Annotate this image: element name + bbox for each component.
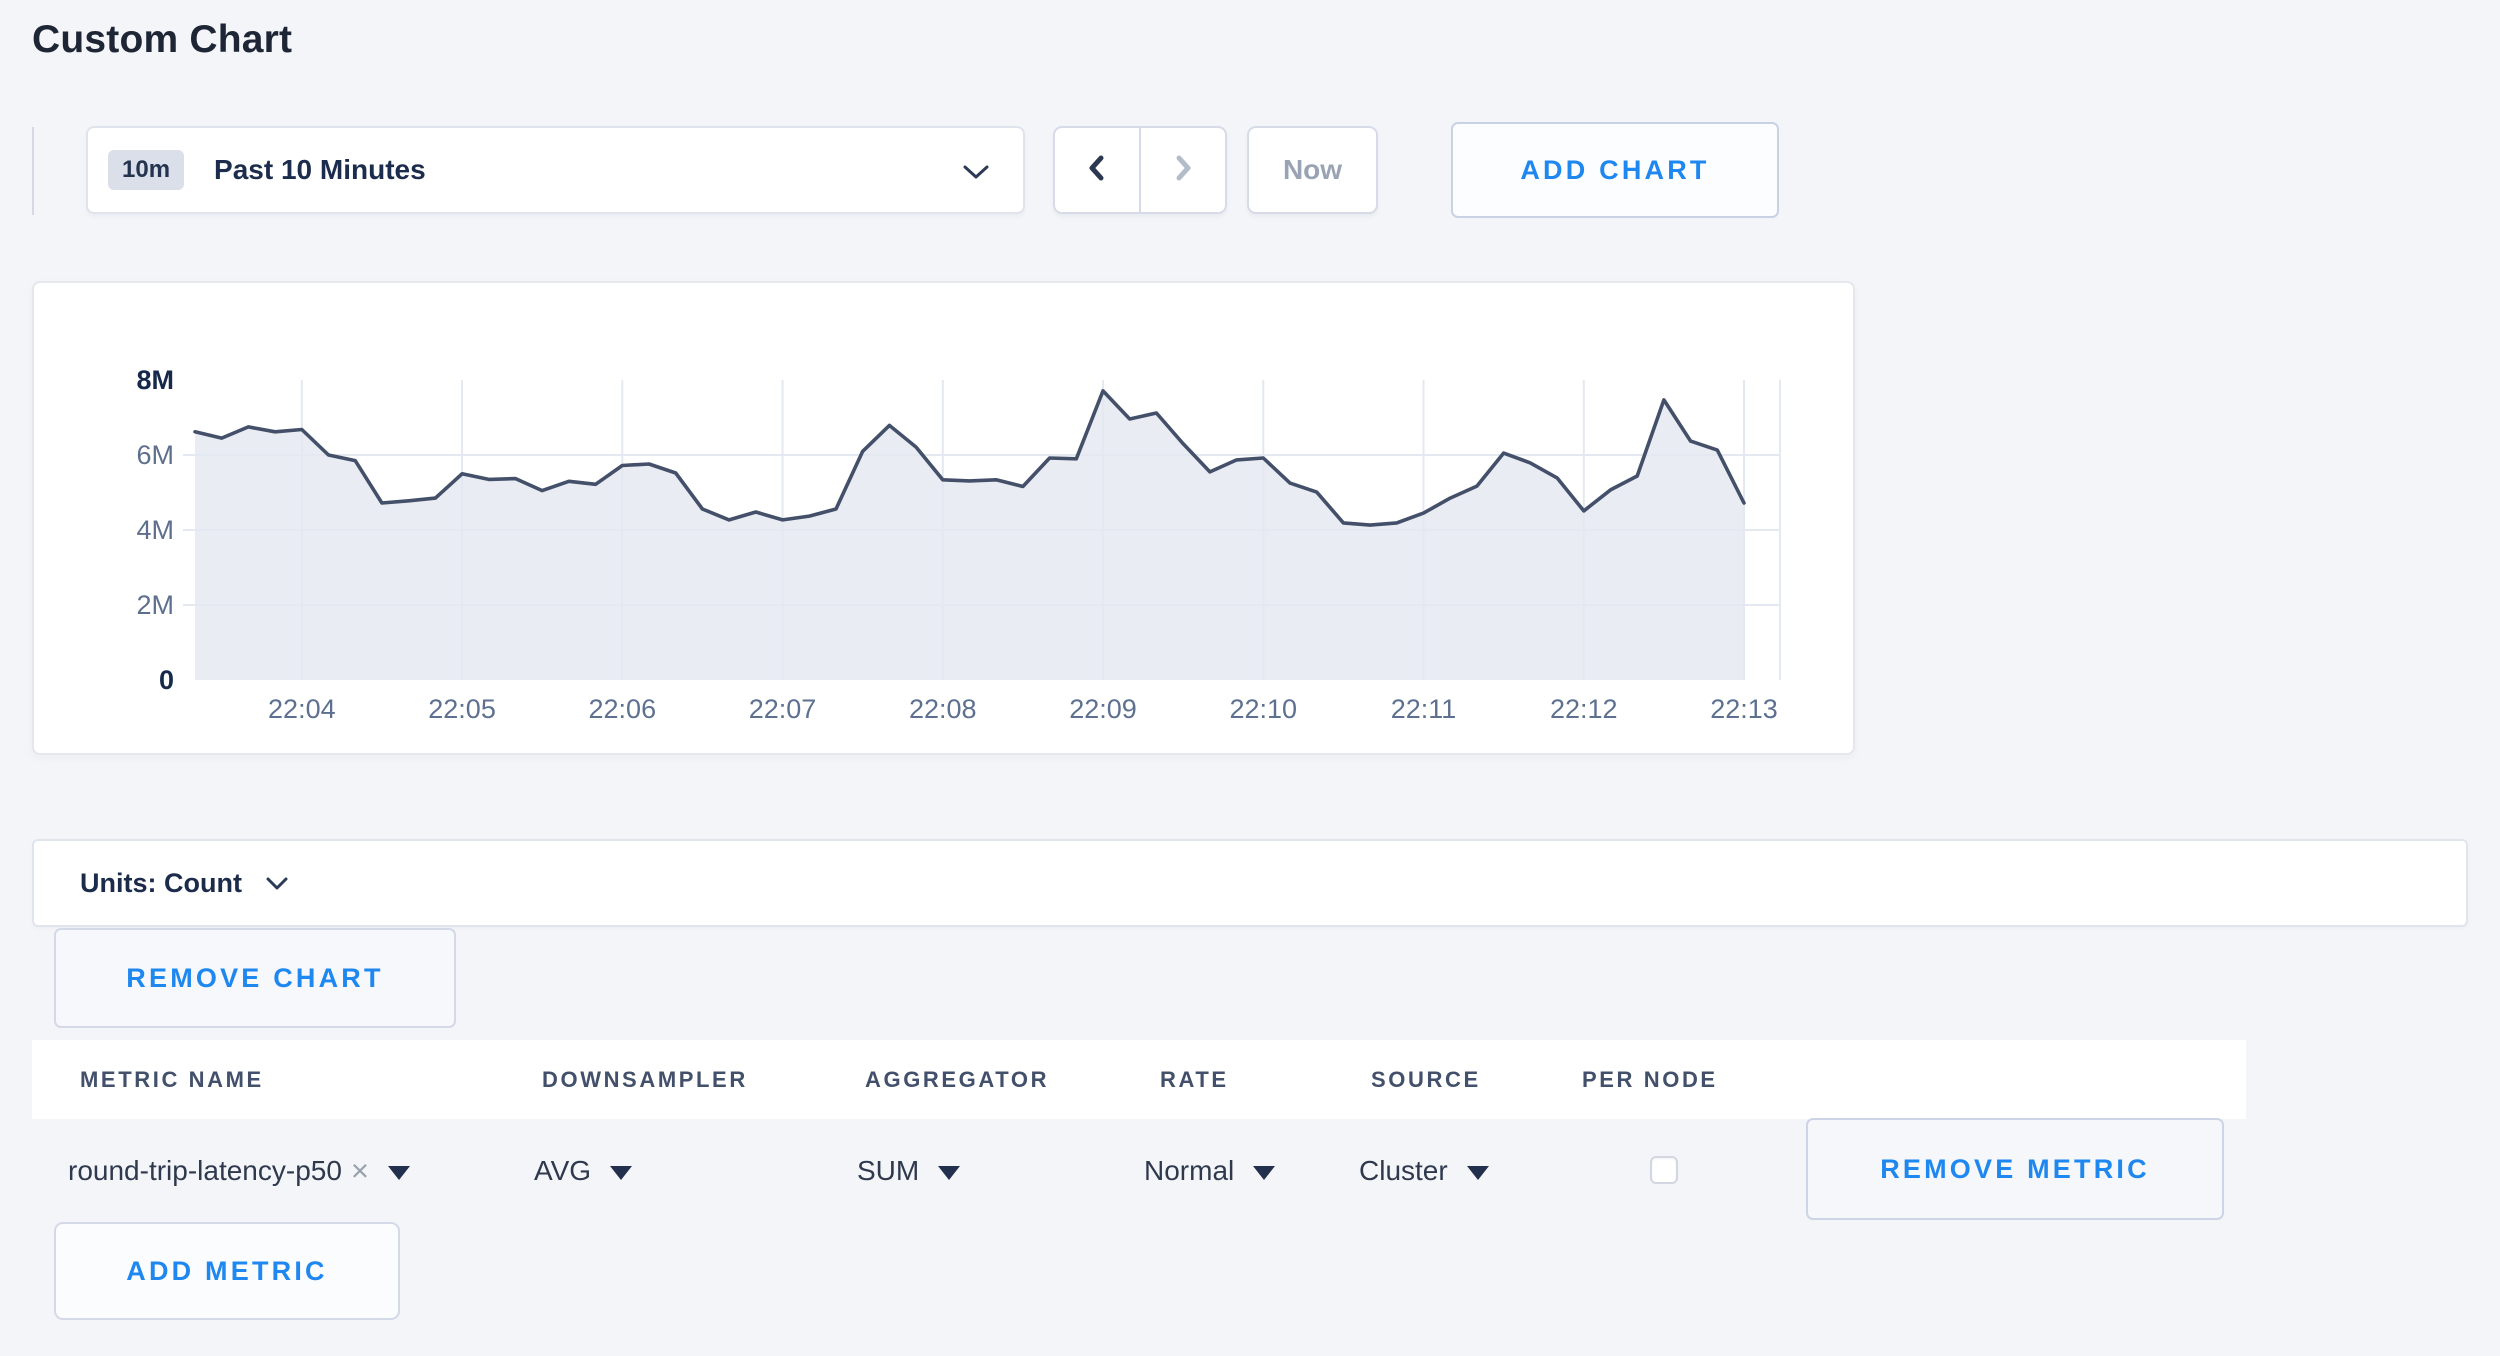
- metric-row: round-trip-latency-p50 × AVG SUM Normal …: [32, 1119, 2468, 1222]
- time-step-nav: [1053, 126, 1227, 214]
- col-header-per-node: PER NODE: [1582, 1067, 1718, 1093]
- metric-name-value: round-trip-latency-p50: [68, 1155, 342, 1187]
- chevron-right-icon: [1166, 151, 1200, 190]
- rate-select[interactable]: Normal: [1144, 1119, 1275, 1222]
- svg-text:22:04: 22:04: [268, 694, 336, 724]
- step-forward-button[interactable]: [1141, 128, 1225, 212]
- svg-text:4M: 4M: [136, 515, 174, 545]
- svg-text:22:12: 22:12: [1550, 694, 1618, 724]
- col-header-aggregator: AGGREGATOR: [865, 1067, 1049, 1093]
- downsampler-value: AVG: [534, 1155, 591, 1187]
- source-value: Cluster: [1359, 1155, 1448, 1187]
- metric-name-select[interactable]: round-trip-latency-p50 ×: [68, 1119, 410, 1222]
- caret-down-icon: [938, 1166, 960, 1180]
- units-select-label: Units: Count: [80, 868, 242, 899]
- col-header-source: SOURCE: [1371, 1067, 1481, 1093]
- step-back-button[interactable]: [1055, 128, 1141, 212]
- caret-down-icon: [610, 1166, 632, 1180]
- remove-metric-button[interactable]: REMOVE METRIC: [1806, 1118, 2224, 1220]
- svg-text:0: 0: [159, 665, 174, 695]
- rate-value: Normal: [1144, 1155, 1234, 1187]
- close-icon[interactable]: ×: [351, 1153, 369, 1189]
- svg-text:22:06: 22:06: [589, 694, 657, 724]
- chevron-down-icon: [266, 877, 288, 896]
- svg-text:22:07: 22:07: [749, 694, 817, 724]
- aggregator-value: SUM: [857, 1155, 919, 1187]
- svg-text:8M: 8M: [136, 365, 174, 395]
- per-node-checkbox[interactable]: [1650, 1156, 1678, 1184]
- svg-text:22:11: 22:11: [1391, 694, 1457, 724]
- now-button[interactable]: Now: [1247, 126, 1378, 214]
- col-header-metric-name: METRIC NAME: [80, 1067, 264, 1093]
- chart-card: 0 2M 4M 6M 8M 22:04 22:05 22:06 22:07 22:08 22:09 2…: [32, 281, 1855, 755]
- toolbar-left-divider: [32, 127, 34, 215]
- svg-text:22:09: 22:09: [1069, 694, 1137, 724]
- svg-text:6M: 6M: [136, 440, 174, 470]
- time-range-label: Past 10 Minutes: [214, 154, 426, 186]
- svg-text:22:05: 22:05: [428, 694, 496, 724]
- svg-text:22:13: 22:13: [1710, 694, 1778, 724]
- time-range-select[interactable]: 10m Past 10 Minutes: [86, 126, 1025, 214]
- units-select[interactable]: Units: Count: [32, 839, 2468, 927]
- caret-down-icon: [1253, 1166, 1275, 1180]
- caret-down-icon: [1467, 1166, 1489, 1180]
- chevron-down-icon: [963, 165, 989, 186]
- source-select[interactable]: Cluster: [1359, 1119, 1489, 1222]
- col-header-rate: RATE: [1160, 1067, 1229, 1093]
- chevron-left-icon: [1080, 151, 1114, 190]
- col-header-downsampler: DOWNSAMPLER: [542, 1067, 748, 1093]
- svg-text:22:08: 22:08: [909, 694, 977, 724]
- add-metric-button[interactable]: ADD METRIC: [54, 1222, 400, 1320]
- aggregator-select[interactable]: SUM: [857, 1119, 960, 1222]
- metrics-area-chart: 0 2M 4M 6M 8M 22:04 22:05 22:06 22:07 22:08 22:09 2…: [32, 281, 1855, 755]
- time-range-badge: 10m: [108, 150, 184, 190]
- caret-down-icon: [388, 1166, 410, 1180]
- downsampler-select[interactable]: AVG: [534, 1119, 632, 1222]
- add-chart-button[interactable]: ADD CHART: [1451, 122, 1779, 218]
- remove-chart-button[interactable]: REMOVE CHART: [54, 928, 456, 1028]
- svg-text:22:10: 22:10: [1229, 694, 1297, 724]
- svg-text:2M: 2M: [136, 590, 174, 620]
- metrics-table-header: METRIC NAME DOWNSAMPLER AGGREGATOR RATE …: [32, 1040, 2246, 1119]
- page-title: Custom Chart: [32, 18, 292, 62]
